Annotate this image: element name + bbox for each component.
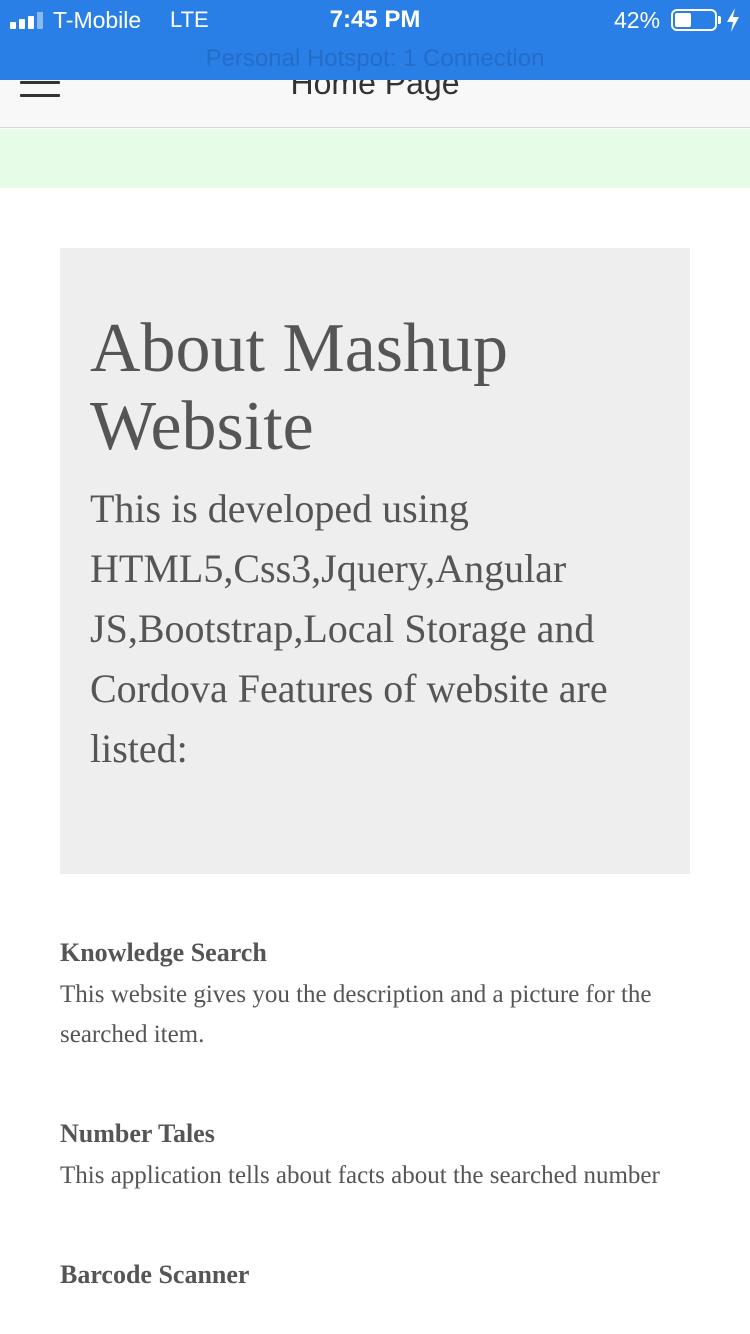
navbar: Home Page	[0, 80, 750, 128]
page-title: Home Page	[290, 80, 460, 101]
about-description: This is developed using HTML5,Css3,Jquer…	[90, 486, 608, 771]
status-bar: T-Mobile LTE 7:45 PM 42% Personal Hotspo…	[0, 0, 750, 80]
charging-bolt-icon	[727, 8, 739, 32]
battery-icon	[671, 9, 721, 31]
feature-description: This application tells about facts about…	[60, 1162, 660, 1189]
about-heading: About Mashup Website	[90, 310, 509, 465]
battery-percentage: 42%	[614, 7, 661, 33]
feature-description: This website gives you the description a…	[60, 981, 652, 1048]
notice-band	[0, 129, 750, 188]
feature-title: Number Tales	[60, 1119, 215, 1148]
feature-item: Knowledge Search This website gives you …	[60, 934, 690, 1055]
feature-title: Knowledge Search	[60, 938, 267, 967]
hotspot-banner[interactable]: Personal Hotspot: 1 Connection	[0, 44, 750, 74]
about-jumbotron: About Mashup Website This is developed u…	[60, 248, 690, 874]
feature-item: Number Tales This application tells abou…	[60, 1115, 690, 1196]
battery-level-fill	[675, 13, 691, 27]
feature-list: Knowledge Search This website gives you …	[60, 934, 690, 1334]
feature-title: Barcode Scanner	[60, 1260, 250, 1289]
feature-item: Barcode Scanner	[60, 1256, 690, 1294]
